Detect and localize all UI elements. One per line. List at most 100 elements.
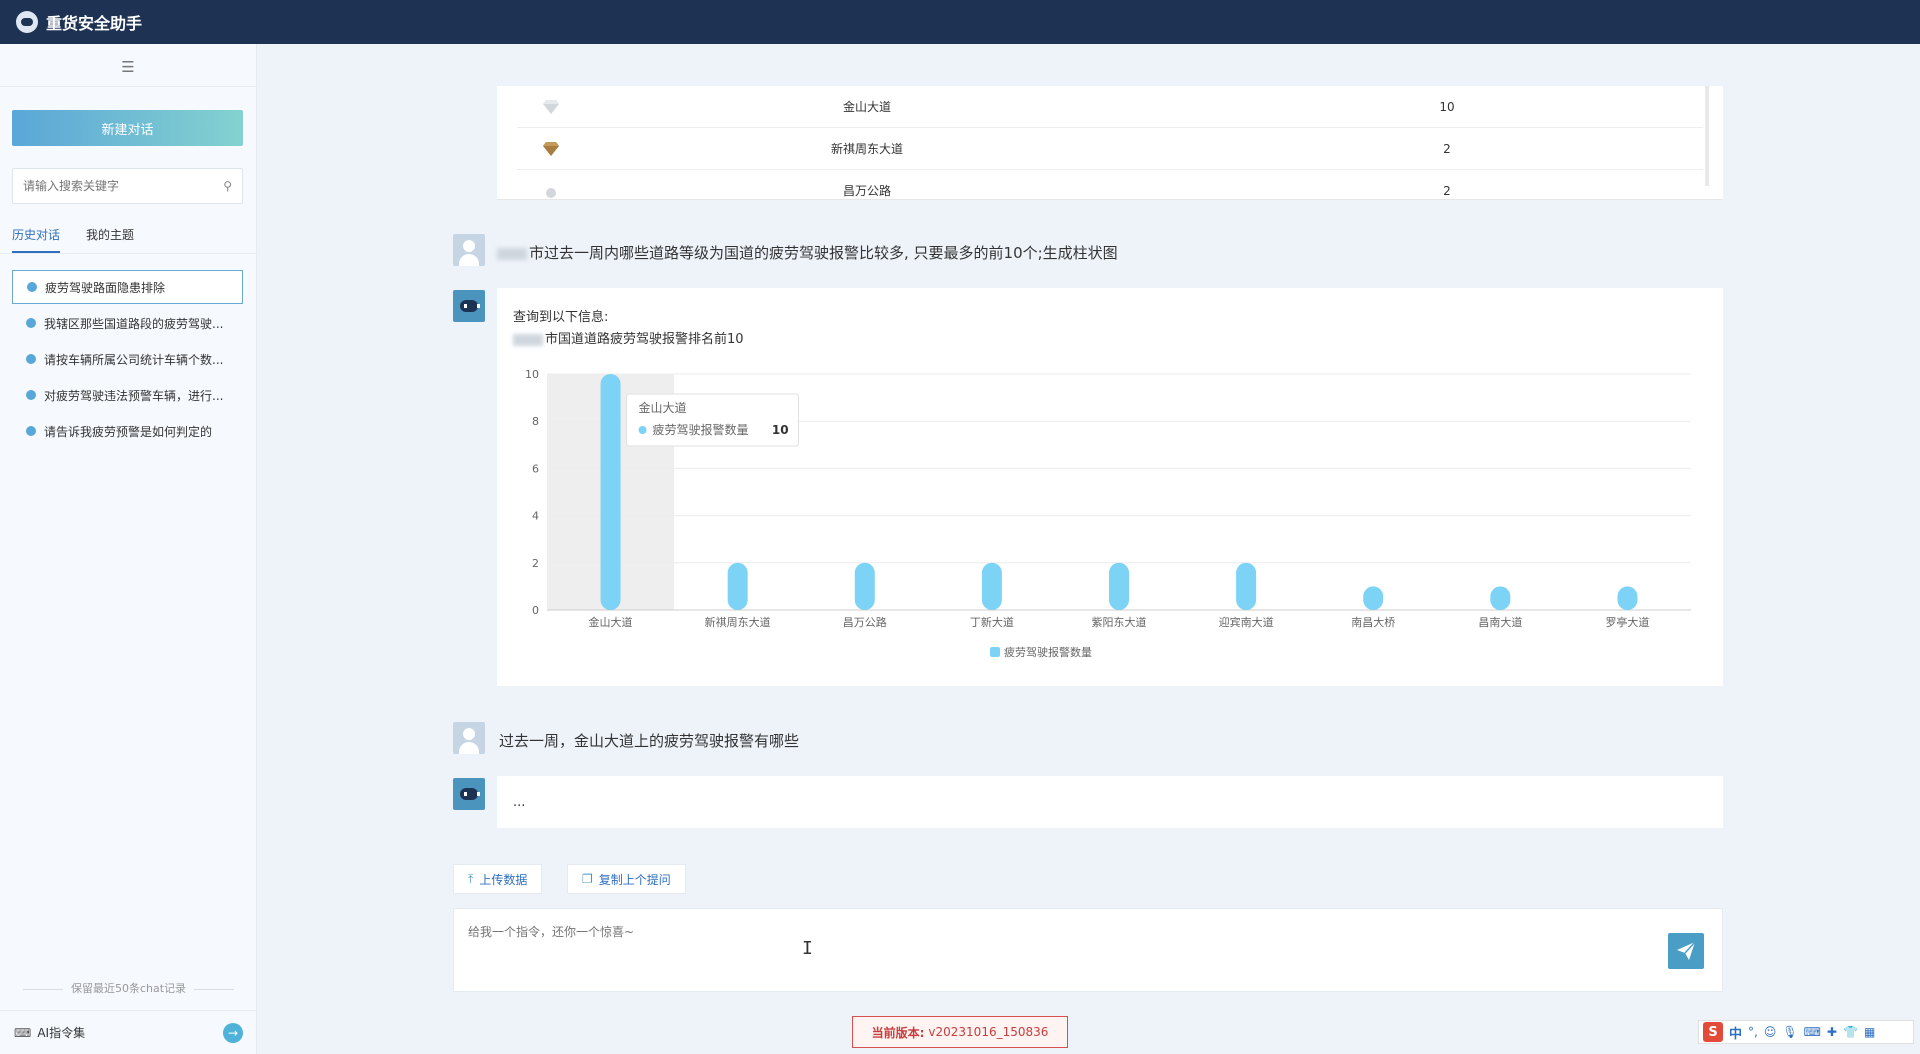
table-scrollbar[interactable]: [1705, 86, 1709, 186]
tooltip-value: 10: [772, 423, 789, 437]
bot-answer-loading: ...: [497, 776, 1723, 828]
history-item[interactable]: 疲劳驾驶路面隐患排除: [12, 270, 243, 304]
upload-data-label: 上传数据: [479, 872, 528, 887]
y-tick-label: 8: [532, 415, 539, 428]
bot-avatar: [453, 290, 485, 322]
user-avatar: [453, 234, 485, 266]
sidebar-tabs: 历史对话 我的主题: [12, 226, 134, 253]
bar: [1617, 586, 1638, 610]
menu-grid-icon[interactable]: ▦: [1864, 1025, 1875, 1039]
new-chat-button[interactable]: 新建对话: [12, 110, 243, 146]
history-list: 疲劳驾驶路面隐患排除 我辖区那些国道路段的疲劳驾驶... 请按车辆所属公司统计车…: [12, 270, 243, 450]
bar: [854, 562, 875, 610]
bar: [1236, 562, 1257, 610]
y-tick-label: 2: [532, 557, 539, 570]
skin-icon[interactable]: 👕: [1843, 1025, 1858, 1039]
x-tick-label: 新祺周东大道: [705, 615, 771, 629]
bar: [1363, 586, 1384, 610]
table-row: 新祺周东大道 2: [517, 128, 1703, 170]
version-value: v20231016_150836: [928, 1025, 1049, 1039]
upload-icon: ⤒: [468, 871, 474, 886]
collapse-sidebar-icon[interactable]: ☰: [118, 58, 138, 76]
bar: [1109, 562, 1129, 610]
y-tick-label: 6: [532, 462, 539, 475]
divider: [0, 253, 257, 254]
history-item-label: 我辖区那些国道路段的疲劳驾驶...: [44, 316, 224, 331]
history-item-label: 疲劳驾驶路面隐患排除: [45, 280, 166, 295]
bar-chart[interactable]: 0246810金山大道 新祺周东大道 昌万公路 丁新大道 紫阳东大道 迎宾南大道 南昌大桥昌…: [497, 288, 1723, 686]
keyboard-icon[interactable]: ⌨: [1804, 1025, 1821, 1039]
history-item[interactable]: 请告诉我疲劳预警是如何判定的: [12, 414, 243, 448]
bar: [727, 562, 748, 610]
bar: [1490, 586, 1511, 610]
emoji-icon[interactable]: ☺: [1764, 1025, 1777, 1039]
ai-commands-entry[interactable]: ⌨ AI指令集 →: [0, 1010, 257, 1054]
toolbox-icon[interactable]: ✚: [1827, 1025, 1837, 1039]
user-question: 市过去一周内哪些道路等级为国道的疲劳驾驶报警比较多, 只要最多的前10个;生成柱…: [497, 242, 1118, 263]
paper-plane-icon: [1677, 941, 1696, 960]
search-box[interactable]: ⚲: [12, 168, 243, 204]
table-cell-road: 新祺周东大道: [830, 142, 903, 156]
history-retention-note: 保留最近50条chat记录: [0, 980, 257, 996]
x-tick-label: 丁新大道: [970, 615, 1014, 629]
chat-bubble-icon: [26, 426, 36, 436]
chat-bubble-icon: [26, 390, 36, 400]
ime-toolbar[interactable]: S 中 °, ☺ 🎙 ⌨ ✚ 👕 ▦: [1698, 1020, 1914, 1044]
user-avatar: [453, 722, 485, 754]
chat-bubble-icon: [26, 318, 36, 328]
microphone-icon[interactable]: 🎙: [1782, 1025, 1797, 1039]
tab-history[interactable]: 历史对话: [12, 226, 61, 253]
chat-input[interactable]: [468, 923, 1618, 979]
table-cell-count: 10: [1439, 99, 1455, 114]
chat-input-box[interactable]: [453, 908, 1723, 992]
table-cell-count: 2: [1443, 183, 1451, 198]
table-cell-road: 金山大道: [842, 100, 891, 114]
history-item[interactable]: 我辖区那些国道路段的疲劳驾驶...: [12, 306, 243, 340]
legend-label: 疲劳驾驶报警数量: [1004, 645, 1092, 659]
arrow-right-icon[interactable]: →: [223, 1022, 243, 1043]
search-icon[interactable]: ⚲: [223, 179, 232, 193]
punctuation-icon[interactable]: °,: [1748, 1025, 1758, 1039]
tooltip-title: 金山大道: [639, 400, 687, 415]
bot-answer-card: 查询到以下信息: 市国道道路疲劳驾驶报警排名前10 0 2 4 6 8 10 金山大道 新祺周…: [497, 288, 1723, 686]
keyboard-icon: ⌨: [14, 1025, 32, 1040]
bar: [600, 374, 621, 610]
x-tick-label: 罗亭大道: [1605, 615, 1649, 629]
chat-bubble-icon: [26, 354, 36, 364]
app-title: 重货安全助手: [46, 14, 143, 33]
copy-last-question-button[interactable]: ❐ 复制上个提问: [567, 864, 686, 894]
y-tick-label: 0: [532, 604, 539, 617]
x-tick-label: 南昌大桥: [1351, 615, 1395, 629]
silver-gem-icon: [543, 99, 559, 114]
tooltip-series: 疲劳驾驶报警数量: [653, 422, 749, 437]
bronze-gem-icon: [543, 141, 559, 156]
bar: [981, 562, 1002, 610]
sogou-logo-icon[interactable]: S: [1703, 1022, 1723, 1042]
ime-mode[interactable]: 中: [1729, 1023, 1742, 1042]
sidebar: ☰ 新建对话 ⚲ 历史对话 我的主题 疲劳驾驶路面隐患排除 我辖区那些国道路段的…: [0, 44, 257, 1054]
y-tick-label: 10: [525, 368, 539, 381]
history-item-label: 对疲劳驾驶违法预警车辆，进行...: [44, 388, 224, 403]
table-row: 昌万公路 2: [517, 170, 1703, 199]
version-badge: 当前版本: v20231016_150836: [852, 1016, 1068, 1048]
upload-data-button[interactable]: ⤒ 上传数据: [453, 864, 543, 894]
x-tick-label: 昌南大道: [1478, 615, 1522, 629]
table-cell-count: 2: [1443, 141, 1451, 156]
tab-my-topics[interactable]: 我的主题: [86, 226, 134, 253]
version-label: 当前版本:: [871, 1025, 925, 1040]
legend-swatch: [990, 647, 1000, 657]
copy-icon: ❐: [582, 872, 593, 886]
redacted-city: [497, 247, 527, 260]
history-item[interactable]: 请按车辆所属公司统计车辆个数...: [12, 342, 243, 376]
copy-last-question-label: 复制上个提问: [598, 872, 671, 887]
chat-bubble-icon: [27, 282, 37, 292]
table-row: 金山大道 10: [517, 86, 1703, 128]
history-item-label: 请按车辆所属公司统计车辆个数...: [44, 352, 224, 367]
x-tick-label: 迎宾南大道: [1219, 615, 1274, 629]
y-tick-label: 4: [532, 510, 539, 523]
history-item[interactable]: 对疲劳驾驶违法预警车辆，进行...: [12, 378, 243, 412]
history-item-label: 请告诉我疲劳预警是如何判定的: [44, 424, 213, 439]
x-tick-label: 昌万公路: [843, 616, 887, 629]
search-input[interactable]: [23, 179, 224, 193]
send-button[interactable]: [1668, 933, 1704, 969]
